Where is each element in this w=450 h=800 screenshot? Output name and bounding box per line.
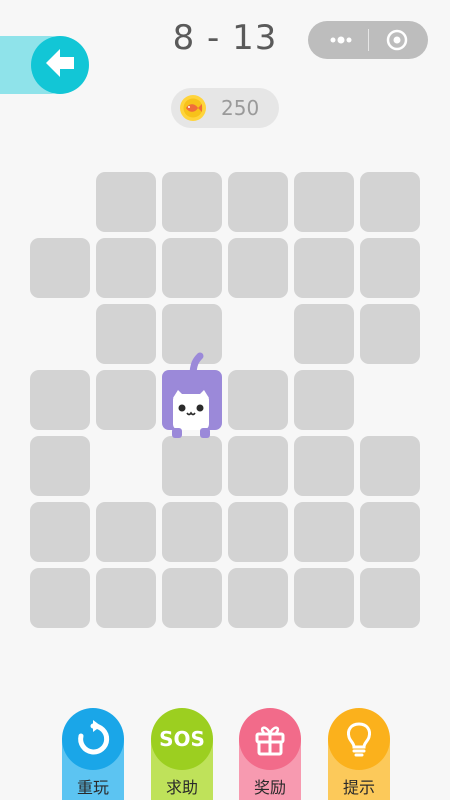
board-tile[interactable]: [360, 172, 420, 232]
board-tile[interactable]: [294, 238, 354, 298]
board-tile[interactable]: [228, 436, 288, 496]
board-tile[interactable]: [162, 172, 222, 232]
board-tile[interactable]: [96, 568, 156, 628]
board-tile[interactable]: [96, 502, 156, 562]
hint-label: 提示: [342, 778, 375, 797]
replay-tool[interactable]: 重玩: [62, 708, 124, 800]
board-tile[interactable]: [294, 436, 354, 496]
board-tile[interactable]: [162, 436, 222, 496]
board-tile[interactable]: [96, 238, 156, 298]
board-tile[interactable]: [162, 568, 222, 628]
board-tile[interactable]: [30, 238, 90, 298]
board-tile[interactable]: [294, 568, 354, 628]
board-tile[interactable]: [30, 502, 90, 562]
board-tile[interactable]: [96, 304, 156, 364]
replay-label: 重玩: [76, 778, 109, 797]
board-tile[interactable]: [228, 370, 288, 430]
board-tile[interactable]: [360, 502, 420, 562]
sos-tool[interactable]: SOS 求助: [151, 708, 213, 800]
board-tile[interactable]: [360, 436, 420, 496]
gift-label: 奖励: [253, 778, 286, 797]
hint-tool[interactable]: 提示: [328, 708, 390, 800]
board-tile[interactable]: [162, 502, 222, 562]
board-tile[interactable]: [360, 568, 420, 628]
gift-tool[interactable]: 奖励: [239, 708, 301, 800]
sos-label: 求助: [165, 778, 198, 797]
lightbulb-icon: [328, 708, 390, 770]
board-tile[interactable]: [30, 370, 90, 430]
board-tile[interactable]: [96, 370, 156, 430]
board-tile[interactable]: [96, 172, 156, 232]
sos-icon: SOS: [151, 708, 213, 770]
purple-cat-character[interactable]: [162, 350, 224, 442]
board-tile[interactable]: [294, 502, 354, 562]
board-tile[interactable]: [294, 304, 354, 364]
board-tile[interactable]: [30, 568, 90, 628]
board-tile[interactable]: [228, 568, 288, 628]
board-tile[interactable]: [228, 502, 288, 562]
board-tile[interactable]: [162, 238, 222, 298]
gift-icon: [239, 708, 301, 770]
sos-text: SOS: [159, 727, 205, 751]
board-tile[interactable]: [294, 370, 354, 430]
tool-bar: 重玩 SOS 求助 奖励 提示: [0, 708, 450, 800]
board-tile[interactable]: [360, 304, 420, 364]
replay-icon: [62, 708, 124, 770]
board-tile[interactable]: [30, 436, 90, 496]
board-tile[interactable]: [228, 238, 288, 298]
board-tile[interactable]: [228, 172, 288, 232]
game-board: [0, 0, 450, 800]
board-tile[interactable]: [294, 172, 354, 232]
board-tile[interactable]: [360, 238, 420, 298]
